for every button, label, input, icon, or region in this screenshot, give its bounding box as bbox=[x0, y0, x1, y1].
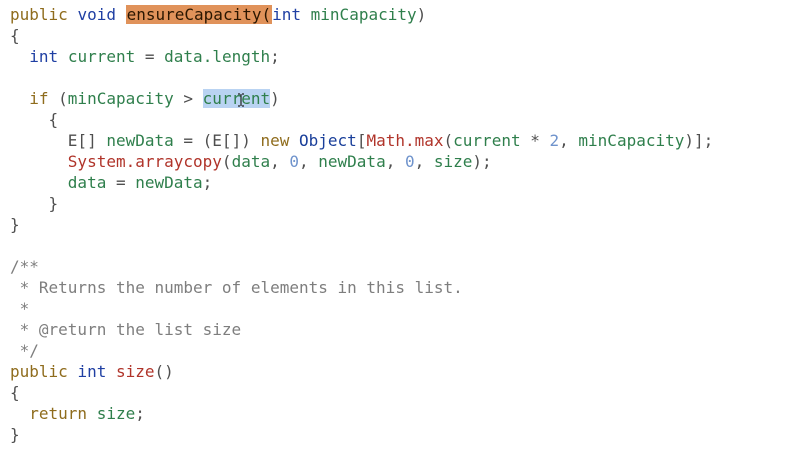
bracket: [ bbox=[356, 131, 367, 150]
code-line: public void ensureCapacity(int minCapaci… bbox=[10, 4, 426, 25]
code-token: )]; bbox=[684, 131, 714, 150]
variable: data bbox=[231, 152, 271, 171]
comment-line: */ bbox=[10, 341, 39, 360]
brace: { bbox=[10, 26, 20, 45]
parameter: minCapacity bbox=[310, 5, 417, 24]
semicolon: ; bbox=[135, 404, 145, 423]
comma: , bbox=[270, 152, 290, 171]
comment-line: * Returns the number of elements in this… bbox=[10, 278, 463, 297]
variable: size bbox=[433, 152, 473, 171]
keyword: public bbox=[10, 5, 68, 24]
variable: minCapacity bbox=[67, 89, 174, 108]
code-line: public int size() bbox=[10, 361, 174, 382]
number-literal: 2 bbox=[549, 131, 560, 150]
code-token: E[] bbox=[67, 131, 107, 150]
highlighted-variable[interactable]: current bbox=[202, 89, 271, 108]
operator: = bbox=[106, 173, 136, 192]
brace: { bbox=[48, 110, 59, 129]
brace: { bbox=[10, 383, 20, 402]
code-token: = (E[]) bbox=[173, 131, 261, 150]
code-line: return size; bbox=[10, 403, 145, 424]
code-line: } bbox=[10, 193, 59, 214]
keyword: return bbox=[29, 404, 88, 423]
semicolon: ; bbox=[270, 47, 280, 66]
semicolon: ; bbox=[202, 173, 213, 192]
variable: size bbox=[96, 404, 136, 423]
paren: ) bbox=[416, 5, 427, 24]
comma: , bbox=[414, 152, 434, 171]
expression: data.length bbox=[164, 47, 271, 66]
operator: = bbox=[135, 47, 165, 66]
operator: > bbox=[173, 89, 203, 108]
code-line: } bbox=[10, 214, 20, 235]
comma: , bbox=[559, 131, 579, 150]
variable: newData bbox=[318, 152, 386, 171]
paren: ) bbox=[270, 89, 280, 108]
type: int bbox=[29, 47, 59, 66]
code-line: if (minCapacity > current) bbox=[10, 88, 280, 109]
brace: } bbox=[10, 215, 20, 234]
operator: ( bbox=[48, 89, 68, 108]
brace: } bbox=[10, 425, 20, 444]
keyword: if bbox=[29, 89, 49, 108]
number-literal: 0 bbox=[289, 152, 299, 171]
code-line: data = newData; bbox=[10, 172, 213, 193]
method-call: Math.max bbox=[366, 131, 444, 150]
code-line: { bbox=[10, 25, 20, 46]
method-name: size bbox=[115, 362, 155, 381]
class-name: Object bbox=[299, 131, 357, 150]
comma: , bbox=[385, 152, 405, 171]
variable: current bbox=[453, 131, 521, 150]
method-call: System.arraycopy bbox=[67, 152, 222, 171]
comment-line: * bbox=[10, 299, 30, 318]
keyword: void bbox=[77, 5, 116, 24]
type: int bbox=[77, 362, 107, 381]
comma: , bbox=[299, 152, 319, 171]
keyword: public bbox=[10, 362, 68, 381]
code-line: E[] newData = (E[]) new Object[Math.max(… bbox=[10, 130, 713, 151]
variable: current bbox=[67, 47, 136, 66]
paren: () bbox=[154, 362, 174, 381]
variable: data bbox=[67, 173, 107, 192]
code-line: System.arraycopy(data, 0, newData, 0, si… bbox=[10, 151, 492, 172]
keyword: new bbox=[260, 131, 290, 150]
paren: ( bbox=[443, 131, 454, 150]
type: int bbox=[272, 5, 302, 24]
code-token: ); bbox=[472, 152, 492, 171]
comment-line: * @return the list size bbox=[10, 320, 242, 339]
code-editor[interactable]: public void ensureCapacity(int minCapaci… bbox=[0, 0, 806, 450]
variable: newData bbox=[135, 173, 203, 192]
code-line: { bbox=[10, 382, 20, 403]
code-line: } bbox=[10, 424, 20, 445]
comment-line: /** bbox=[10, 257, 39, 276]
highlighted-method-name[interactable]: ensureCapacity( bbox=[125, 5, 273, 24]
paren: ( bbox=[221, 152, 232, 171]
code-line: { bbox=[10, 109, 59, 130]
code-line: int current = data.length; bbox=[10, 46, 280, 67]
operator: * bbox=[520, 131, 550, 150]
variable: minCapacity bbox=[578, 131, 685, 150]
variable: newData bbox=[106, 131, 174, 150]
number-literal: 0 bbox=[404, 152, 415, 171]
brace: } bbox=[48, 194, 59, 213]
